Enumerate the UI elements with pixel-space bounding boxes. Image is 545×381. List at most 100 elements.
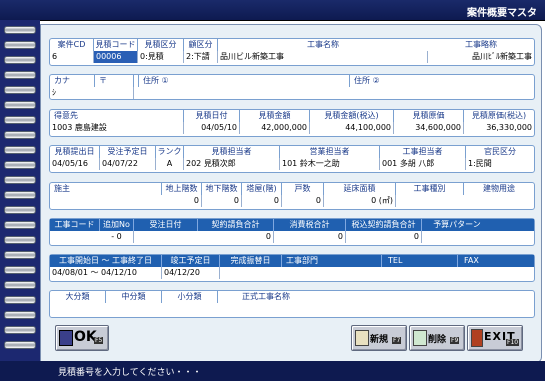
panel-estimate-amounts: 得意先 見積日付 見積金額 見積金額(税込) 見積原価 見積原価(税込) 100… [49, 109, 535, 137]
panel-address: カナ 〒 住所 ① 住所 ② ｼ [49, 74, 535, 100]
title-bar: 案件概要マスタ [0, 0, 545, 21]
kana-field[interactable]: ｼ [50, 87, 134, 99]
estimate-cost-field[interactable]: 34,600,000 [394, 122, 464, 134]
label-penthouse: 塔屋(階) [242, 183, 282, 195]
spiral-ring [4, 311, 36, 319]
estimate-amount-tax-field[interactable]: 44,100,000 [310, 122, 394, 134]
panel-construction-period: 工事開始日 ～ 工事終了日 竣工予定日 完成振替日 工事部門 TEL FAX 0… [49, 254, 535, 282]
label-estimate-code: 見積コード [94, 39, 138, 51]
sales-rep-field[interactable]: 101 鈴木一之助 [280, 158, 380, 170]
units-field[interactable]: 0 [282, 195, 324, 207]
label-period: 工事開始日 ～ 工事終了日 [50, 255, 162, 267]
label-work-type: 工事種別 [396, 183, 464, 195]
estimate-date-field[interactable]: 04/05/10 [184, 122, 240, 134]
form-sheet: 案件CD 見積コード 見積区分 顧区分 工事名称 工事略称 6 00006 0:… [40, 24, 542, 363]
label-estimate-cost-tax: 見積原価(税込) [471, 111, 527, 120]
contract-header-bar: 工事コード 追加No 受注日付 契約請負合計 消費税合計 税込契約請負合計 予算… [50, 219, 534, 231]
estimate-amount-field[interactable]: 42,000,000 [240, 122, 310, 134]
floors-above-field[interactable]: 0 [162, 195, 202, 207]
delete-button[interactable]: 削除 F9 [409, 325, 465, 351]
panel-estimate-header: 案件CD 見積コード 見積区分 顧区分 工事名称 工事略称 6 00006 0:… [49, 38, 535, 66]
label-estimate-type: 見積区分 [138, 39, 184, 51]
label-order-date: 受注日付 [134, 219, 198, 231]
label-completion-planned: 竣工予定日 [162, 255, 220, 267]
panel-classification: 大分類 中分類 小分類 正式工事名称 [49, 290, 535, 318]
contract-total-field[interactable]: 0 [198, 231, 274, 243]
label-estimate-amount: 見積金額 [240, 110, 310, 122]
new-button[interactable]: 新規 F7 [351, 325, 407, 351]
label-contract-total-tax: 税込契約請負合計 [346, 219, 422, 231]
label-submit-date: 見積提出日 [50, 146, 100, 158]
label-estimate-date: 見積日付 [184, 110, 240, 122]
project-name-field[interactable]: 品川ビル新築工事 [218, 51, 428, 63]
label-project-name: 工事名称 [307, 40, 339, 49]
label-middle-class: 中分類 [106, 291, 162, 303]
contract-total-tax-field[interactable]: 0 [346, 231, 422, 243]
label-floor-area: 延床面積 [324, 183, 396, 195]
label-estimate-amount-tax: 見積金額(税込) [310, 110, 394, 122]
label-building-use: 建物用途 [483, 184, 515, 193]
label-project-short: 工事略称 [465, 40, 497, 49]
spiral-binding [0, 20, 40, 361]
submit-date-field[interactable]: 04/05/16 [50, 158, 100, 170]
label-public-private: 官民区分 [484, 147, 516, 156]
label-budget-pattern: 予算パターン [433, 220, 481, 229]
panel-contract: 工事コード 追加No 受注日付 契約請負合計 消費税合計 税込契約請負合計 予算… [49, 218, 535, 246]
label-completion-transfer: 完成振替日 [220, 255, 282, 267]
eraser-icon [413, 330, 427, 346]
spiral-ring [4, 176, 36, 184]
period-field[interactable]: 04/08/01 ～ 04/12/10 [50, 267, 162, 279]
label-major-class: 大分類 [50, 291, 106, 303]
spiral-ring [4, 191, 36, 199]
spiral-ring [4, 236, 36, 244]
penthouse-field[interactable]: 0 [242, 195, 282, 207]
order-planned-field[interactable]: 04/07/22 [100, 158, 156, 170]
door-icon [471, 329, 483, 347]
spiral-ring [4, 71, 36, 79]
completion-planned-field[interactable]: 04/12/20 [162, 267, 220, 279]
label-address-2: 住所 ② [354, 76, 380, 85]
estimate-code-input[interactable]: 00006 [94, 51, 138, 63]
spiral-ring [4, 116, 36, 124]
period-header-bar: 工事開始日 ～ 工事終了日 竣工予定日 完成振替日 工事部門 TEL FAX [50, 255, 534, 267]
label-order-planned: 受注予定日 [100, 146, 156, 158]
ok-button[interactable]: OK F5 [55, 325, 109, 351]
rank-field[interactable]: A [156, 158, 184, 170]
floors-below-field[interactable]: 0 [202, 195, 242, 207]
spiral-ring [4, 101, 36, 109]
label-addition-no: 追加No [100, 219, 134, 231]
spiral-ring [4, 161, 36, 169]
label-kana: カナ [54, 76, 70, 85]
ok-button-key: F5 [94, 337, 104, 344]
client-field[interactable]: 1003 鹿島建設 [50, 122, 184, 134]
project-rep-field[interactable]: 001 多胡 八郎 [380, 158, 466, 170]
window-title: 案件概要マスタ [467, 8, 537, 19]
panel-building: 施主 地上階数 地下階数 塔屋(階) 戸数 延床面積 工事種別 建物用途 0 0… [49, 182, 535, 210]
estimate-cost-tax-field[interactable]: 36,330,000 [464, 122, 534, 134]
project-short-field[interactable]: 品川ﾋﾞﾙ新築工事 [428, 51, 534, 63]
new-button-label: 新規 [370, 335, 389, 345]
exit-button[interactable]: EXIT F10 [467, 325, 523, 351]
label-client: 得意先 [50, 110, 184, 122]
spiral-ring [4, 341, 36, 349]
estimate-type-field[interactable]: 0:見積 [138, 51, 184, 63]
floor-area-field[interactable]: 0 (㎡) [324, 195, 396, 207]
label-floors-below: 地下階数 [202, 183, 242, 195]
label-units: 戸数 [282, 183, 324, 195]
spiral-ring [4, 221, 36, 229]
spiral-ring [4, 56, 36, 64]
estimator-field[interactable]: 202 見積次郎 [184, 158, 280, 170]
spiral-ring [4, 206, 36, 214]
addition-no-field[interactable]: - 0 [100, 231, 134, 243]
status-message: 見積番号を入力してください・・・ [58, 368, 202, 378]
public-private-field[interactable]: 1:民間 [466, 158, 534, 170]
delete-button-key: F9 [450, 337, 460, 344]
customer-type-field[interactable]: 2:下請 [184, 51, 218, 63]
label-customer-type: 顧区分 [184, 39, 218, 51]
case-cd-field[interactable]: 6 [50, 51, 94, 63]
label-postal: 〒 [94, 75, 134, 87]
label-minor-class: 小分類 [162, 291, 218, 303]
tax-total-field[interactable]: 0 [274, 231, 346, 243]
label-estimator: 見積担当者 [184, 146, 280, 158]
label-owner: 施主 [50, 183, 162, 195]
